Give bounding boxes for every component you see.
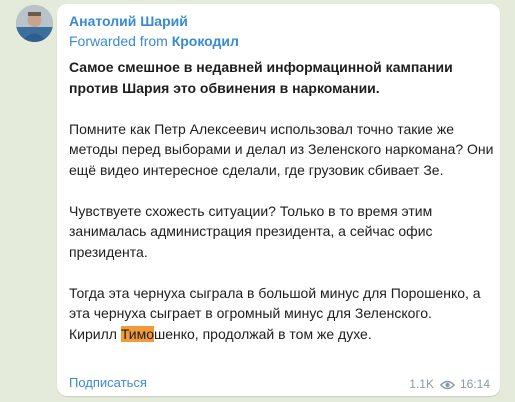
paragraph-4-pre: Кирилл (69, 325, 121, 342)
forwarded-prefix: Forwarded from (69, 33, 172, 49)
paragraph-4: Тогда эта чернуха сыграла в большой мину… (69, 283, 494, 345)
paragraph-1: Самое смешное в недавней информацинной к… (69, 59, 453, 96)
paragraph-4-post: шенко, продолжай в том же духе. (153, 325, 372, 342)
message-time: 16:14 (459, 377, 490, 391)
paragraph-3: Чувствуете схожесть ситуации? Только в т… (69, 202, 433, 260)
avatar-photo (16, 5, 53, 42)
message-meta: 1.1K 16:14 (409, 377, 490, 391)
message-text: Самое смешное в недавней информацинной к… (69, 57, 494, 365)
forwarded-source[interactable]: Крокодил (172, 33, 239, 49)
forwarded-from[interactable]: Forwarded from Крокодил (69, 33, 239, 49)
avatar[interactable] (16, 5, 53, 42)
view-count: 1.1K (409, 377, 434, 391)
paragraph-4-line-1: Тогда эта чернуха сыграла в большой мину… (69, 284, 481, 322)
subscribe-button[interactable]: Подписаться (69, 375, 147, 390)
eye-icon (439, 379, 456, 390)
message-bubble: Анатолий Шарий Forwarded from Крокодил С… (57, 4, 500, 396)
paragraph-2: Помните как Петр Алексеевич использовал … (69, 120, 494, 178)
search-highlight: Тимо (120, 325, 154, 342)
author-name[interactable]: Анатолий Шарий (69, 13, 188, 29)
